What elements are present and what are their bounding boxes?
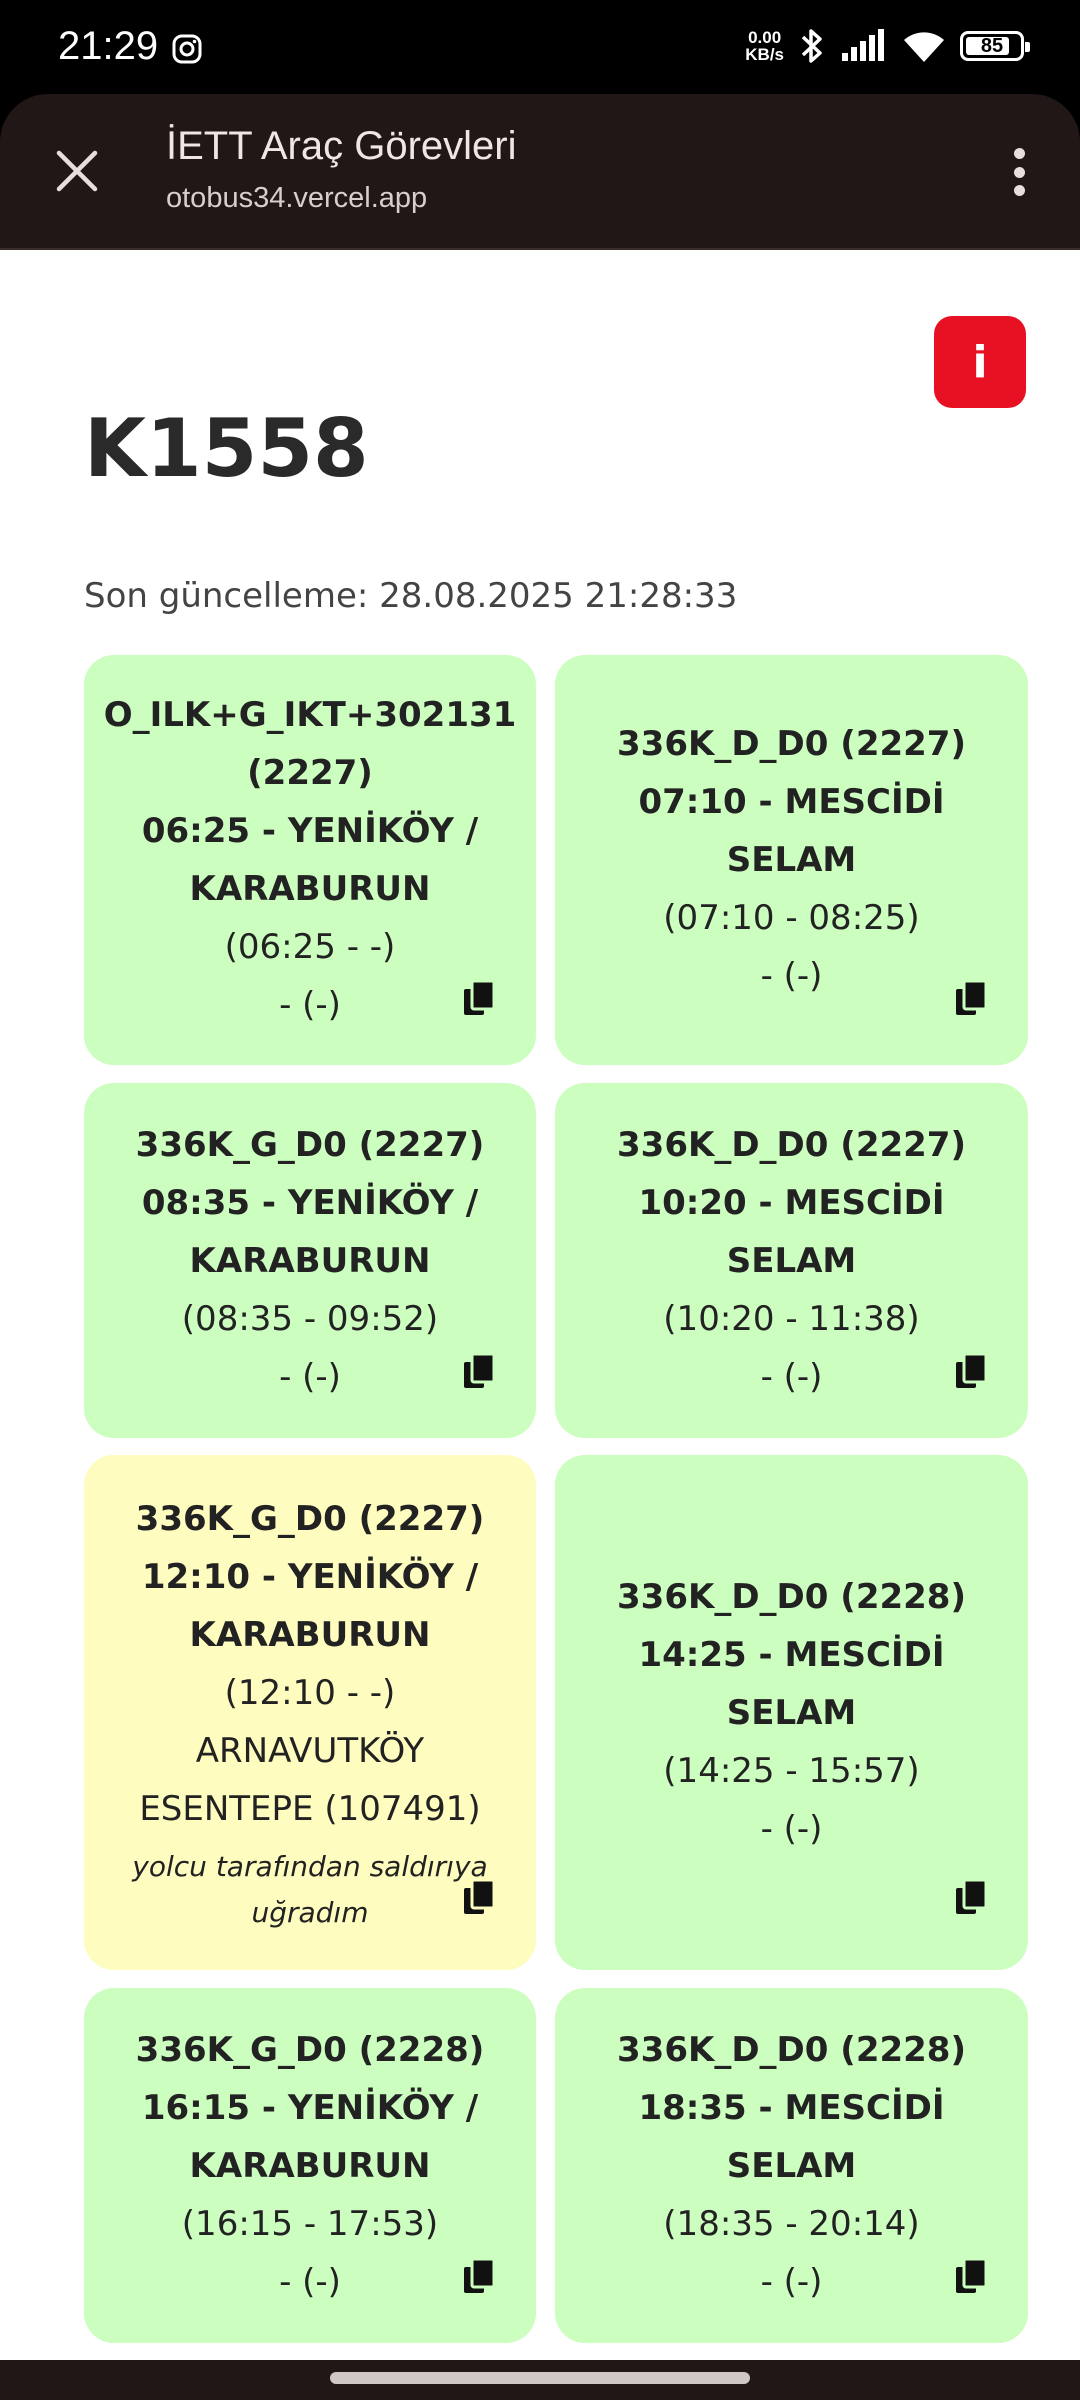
- task-card[interactable]: 336K_D_D0 (2227) 07:10 - MESCİDİ SELAM (…: [555, 655, 1028, 1065]
- gesture-handle[interactable]: [330, 2372, 750, 2384]
- copy-icon[interactable]: [954, 979, 990, 1019]
- task-card-alert[interactable]: 336K_G_D0 (2227) 12:10 - YENİKÖY / KARAB…: [84, 1455, 536, 1970]
- task-card[interactable]: 336K_D_D0 (2228) 18:35 - MESCİDİ SELAM (…: [555, 1988, 1028, 2343]
- page-title: K1558: [84, 402, 369, 495]
- browser-page-title: İETT Araç Görevleri: [166, 124, 517, 168]
- signal-icon: [842, 29, 884, 61]
- close-icon: [56, 150, 98, 192]
- copy-icon[interactable]: [954, 2257, 990, 2297]
- copy-icon[interactable]: [462, 979, 498, 1019]
- overflow-menu-button[interactable]: [994, 142, 1044, 202]
- browser-toolbar: İETT Araç Görevleri otobus34.vercel.app: [0, 94, 1080, 250]
- wifi-icon: [904, 32, 944, 62]
- more-vert-icon: [1013, 148, 1025, 159]
- task-card[interactable]: 336K_D_D0 (2227) 10:20 - MESCİDİ SELAM (…: [555, 1083, 1028, 1438]
- copy-icon[interactable]: [954, 1878, 990, 1918]
- close-tab-button[interactable]: [44, 138, 110, 204]
- status-bar: 21:29 0.00 KB/s 85: [0, 0, 1080, 96]
- incident-note: yolcu tarafından saldırıya uğradım: [132, 1849, 488, 1929]
- task-card[interactable]: 336K_G_D0 (2227) 08:35 - YENİKÖY / KARAB…: [84, 1083, 536, 1438]
- copy-icon[interactable]: [462, 2257, 498, 2297]
- task-card[interactable]: 336K_G_D0 (2228) 16:15 - YENİKÖY / KARAB…: [84, 1988, 536, 2343]
- bluetooth-icon: [801, 29, 822, 63]
- network-speed: 0.00 KB/s: [745, 28, 784, 64]
- battery-indicator: 85: [960, 31, 1030, 61]
- page-content: i K1558 Son güncelleme: 28.08.2025 21:28…: [0, 250, 1080, 2360]
- task-card[interactable]: 336K_D_D0 (2228) 14:25 - MESCİDİ SELAM (…: [555, 1455, 1028, 1970]
- browser-url[interactable]: otobus34.vercel.app: [166, 182, 427, 215]
- navigation-bar: [0, 2360, 1080, 2400]
- copy-icon[interactable]: [954, 1352, 990, 1392]
- copy-icon[interactable]: [462, 1352, 498, 1392]
- last-update-text: Son güncelleme: 28.08.2025 21:28:33: [84, 576, 738, 616]
- info-button[interactable]: i: [934, 316, 1026, 408]
- copy-icon[interactable]: [462, 1878, 498, 1918]
- status-time: 21:29: [58, 24, 159, 68]
- task-card[interactable]: O_ILK+G_IKT+302131 (2227) 06:25 - YENİKÖ…: [84, 655, 536, 1065]
- instagram-icon: [172, 34, 202, 64]
- status-icons: 0.00 KB/s 85: [745, 26, 1030, 66]
